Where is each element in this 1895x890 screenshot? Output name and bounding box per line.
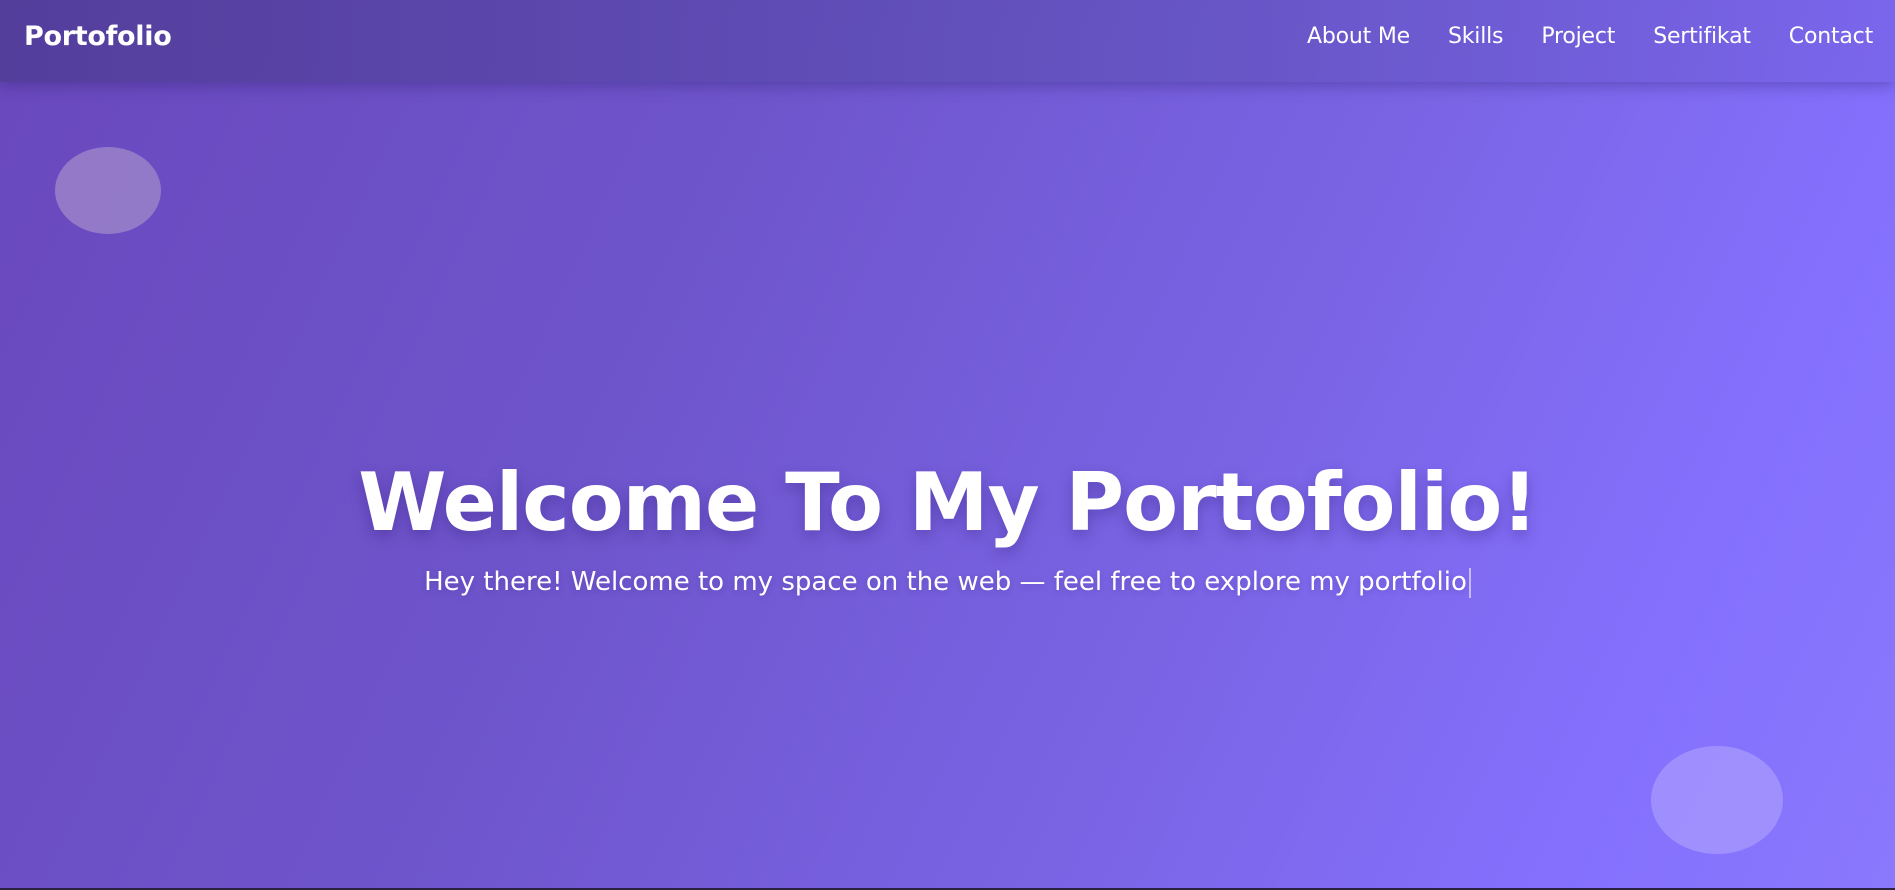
navbar: Portofolio About Me Skills Project Serti… xyxy=(0,0,1895,82)
hero-content: Welcome To My Portofolio! Hey there! Wel… xyxy=(0,455,1895,599)
nav-link-project[interactable]: Project xyxy=(1541,24,1615,49)
decorative-bubble xyxy=(55,147,161,234)
hero-title: Welcome To My Portofolio! xyxy=(358,456,1538,549)
decorative-bubble xyxy=(1651,746,1783,854)
nav-link-contact[interactable]: Contact xyxy=(1789,24,1873,49)
typing-caret xyxy=(1468,567,1471,598)
nav-link-skills[interactable]: Skills xyxy=(1448,24,1504,49)
hero-section: Portofolio About Me Skills Project Serti… xyxy=(0,0,1895,888)
nav-links: About Me Skills Project Sertifikat Conta… xyxy=(1307,24,1873,49)
hero-subtitle-line: Hey there! Welcome to my space on the we… xyxy=(0,565,1895,599)
nav-link-sertifikat[interactable]: Sertifikat xyxy=(1653,24,1751,49)
brand-logo[interactable]: Portofolio xyxy=(24,21,172,52)
hero-subtitle: Hey there! Welcome to my space on the we… xyxy=(424,567,1467,597)
nav-link-about-me[interactable]: About Me xyxy=(1307,24,1410,49)
